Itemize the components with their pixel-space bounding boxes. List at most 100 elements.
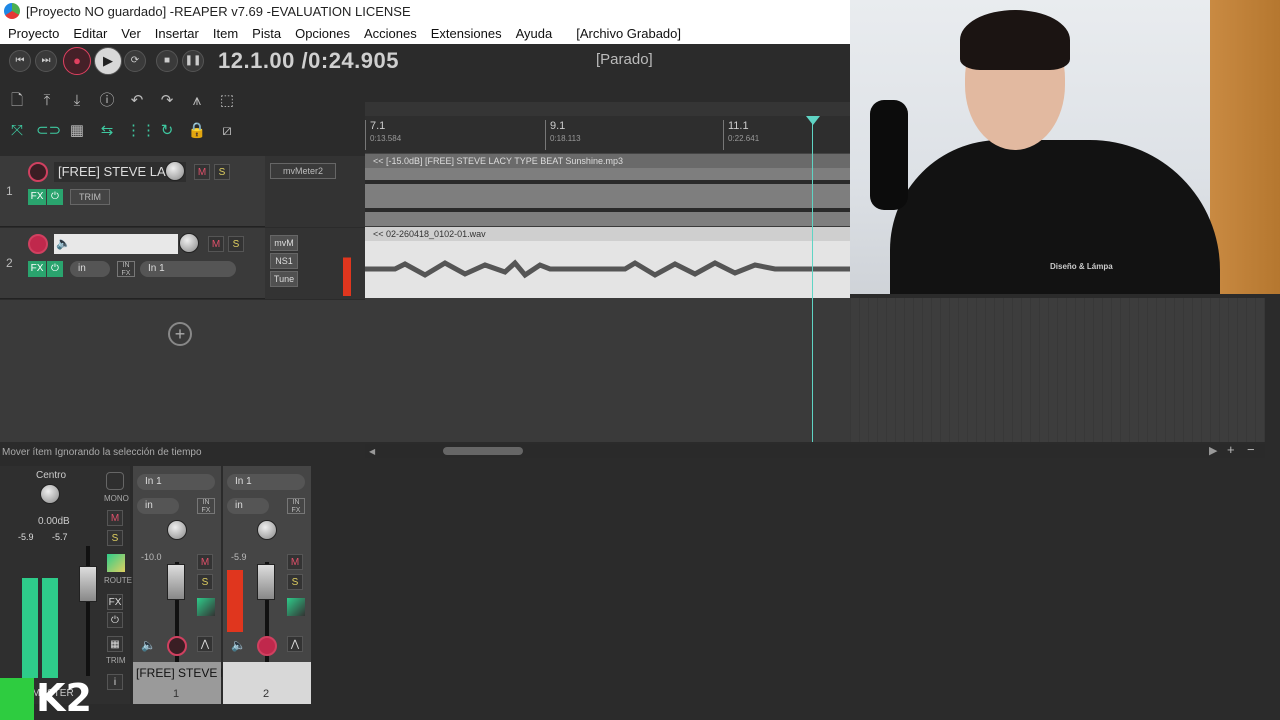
scroll-thumb[interactable] xyxy=(443,447,523,455)
zoom-in-icon[interactable]: + xyxy=(1227,442,1235,457)
solo-button[interactable]: S xyxy=(228,236,244,252)
go-to-end-button[interactable]: ⏭ xyxy=(35,50,57,72)
input-mode-dropdown[interactable]: in xyxy=(227,498,269,514)
tcp-empty-area[interactable]: + xyxy=(0,300,365,442)
input-channel-dropdown[interactable]: In 1 xyxy=(140,261,236,277)
track-fader[interactable] xyxy=(257,564,275,600)
ripple-edit-icon[interactable]: ⤧ xyxy=(6,120,28,142)
save-project-icon[interactable]: ⤓ xyxy=(66,90,88,112)
snap-icon[interactable]: ▦ xyxy=(66,120,88,142)
horizontal-scrollbar[interactable]: ◀ ▶ + − xyxy=(365,442,1265,458)
menu-recorded-file[interactable]: [Archivo Grabado] xyxy=(576,26,681,41)
solo-button[interactable]: S xyxy=(214,164,230,180)
solo-button[interactable]: S xyxy=(107,530,123,546)
env-icon[interactable]: ⋀ xyxy=(197,636,213,652)
loop-points-icon[interactable]: ↻ xyxy=(156,120,178,142)
track-fader[interactable] xyxy=(167,564,185,600)
mixer-strip-1[interactable]: In 1 in IN FX -10.0 M S 🔈 ⋀ [FREE] STEVE … xyxy=(133,466,222,704)
menu-pista[interactable]: Pista xyxy=(252,26,281,41)
mixer-strip-2[interactable]: In 1 in IN FX -5.9 M S 🔈 ⋀ 2 xyxy=(223,466,311,704)
mute-button[interactable]: M xyxy=(194,164,210,180)
repeat-button[interactable]: ⟳ xyxy=(124,50,146,72)
playhead[interactable] xyxy=(812,116,813,442)
track-panel-1[interactable]: 1 [FREE] STEVE LACY M S FX ⏻ TRIM xyxy=(0,156,265,227)
speaker-icon[interactable]: 🔈 xyxy=(231,638,246,652)
route-icon[interactable] xyxy=(287,598,305,616)
strip-name-area[interactable]: 2 xyxy=(223,662,311,704)
power-icon[interactable]: ⏻ xyxy=(47,261,63,277)
record-arm-button[interactable] xyxy=(28,234,48,254)
master-fader[interactable] xyxy=(79,566,97,602)
route-icon[interactable] xyxy=(197,598,215,616)
go-to-start-button[interactable]: ⏮ xyxy=(9,50,31,72)
menu-insertar[interactable]: Insertar xyxy=(155,26,199,41)
fx-button[interactable]: FX xyxy=(107,594,123,610)
mute-button[interactable]: M xyxy=(208,236,224,252)
menu-opciones[interactable]: Opciones xyxy=(295,26,350,41)
time-display[interactable]: 12.1.00 /0:24.905 xyxy=(218,48,399,74)
plugin-slot[interactable]: NS1 xyxy=(270,253,298,269)
stop-button[interactable]: ■ xyxy=(156,50,178,72)
input-mode-dropdown[interactable]: in xyxy=(137,498,179,514)
arrange-view[interactable]: << [-15.0dB] [FREE] STEVE LACY TYPE BEAT… xyxy=(365,154,850,442)
menu-ver[interactable]: Ver xyxy=(121,26,141,41)
playhead-marker[interactable] xyxy=(806,116,820,125)
plugin-slot[interactable]: Tune xyxy=(270,271,298,287)
timeline-ruler[interactable]: 7.1 0:13.584 9.1 0:18.113 11.1 0:22.641 xyxy=(365,116,850,154)
envelope-lock-icon[interactable]: ⋮⋮ xyxy=(126,120,156,142)
input-mode-dropdown[interactable]: in xyxy=(70,261,110,277)
route-icon[interactable] xyxy=(107,554,125,572)
lock-icon[interactable]: 🔒 xyxy=(186,120,208,142)
record-arm-button[interactable] xyxy=(28,162,48,182)
scroll-left-icon[interactable]: ◀ xyxy=(369,447,375,456)
power-icon[interactable]: ⏻ xyxy=(47,189,63,205)
track-name[interactable] xyxy=(54,234,178,254)
trim-icon[interactable]: ▦ xyxy=(107,636,123,652)
fx-button[interactable]: FX xyxy=(28,189,46,205)
fx-button[interactable]: FX xyxy=(28,261,46,277)
volume-knob[interactable] xyxy=(179,233,199,253)
strip-name-area[interactable]: [FREE] STEVE L 1 xyxy=(133,662,222,704)
solo-button[interactable]: S xyxy=(197,574,213,590)
track-panel-2[interactable]: 2 🔈 M S FX ⏻ in IN FX In 1 xyxy=(0,228,265,299)
mute-button[interactable]: M xyxy=(197,554,213,570)
speaker-icon[interactable]: 🔈 xyxy=(141,638,156,652)
scroll-right-icon[interactable]: ▶ xyxy=(1209,444,1217,457)
media-item-1[interactable]: << [-15.0dB] [FREE] STEVE LACY TYPE BEAT… xyxy=(365,154,850,226)
open-project-icon[interactable]: ⤒ xyxy=(36,90,58,112)
auto-crossfade-icon[interactable]: ⇆ xyxy=(96,120,118,142)
grid-toggle-icon[interactable]: ⬚ xyxy=(216,90,238,112)
env-icon[interactable]: ⋀ xyxy=(287,636,303,652)
master-mono-icon[interactable] xyxy=(106,472,124,490)
solo-button[interactable]: S xyxy=(287,574,303,590)
menu-extensiones[interactable]: Extensiones xyxy=(431,26,502,41)
input-fx-icon[interactable]: IN FX xyxy=(197,498,215,514)
power-icon[interactable]: ⏻ xyxy=(107,612,123,628)
record-button[interactable]: ● xyxy=(63,47,91,75)
menu-acciones[interactable]: Acciones xyxy=(364,26,417,41)
info-button[interactable]: i xyxy=(107,674,123,690)
razor-tool-icon[interactable]: ⧄ xyxy=(216,120,238,142)
menu-ayuda[interactable]: Ayuda xyxy=(516,26,553,41)
plugin-slot[interactable]: mvM xyxy=(270,235,298,251)
metronome-icon[interactable]: ⩚ xyxy=(186,90,208,112)
play-button[interactable]: ▶ xyxy=(94,47,122,75)
new-project-icon[interactable]: 🗋 xyxy=(6,90,28,112)
volume-knob[interactable] xyxy=(165,161,185,181)
pan-knob[interactable] xyxy=(40,484,60,504)
mute-button[interactable]: M xyxy=(287,554,303,570)
region-lane[interactable] xyxy=(365,102,850,116)
record-arm-button[interactable] xyxy=(257,636,277,656)
menu-proyecto[interactable]: Proyecto xyxy=(8,26,59,41)
input-fx-icon[interactable]: IN FX xyxy=(117,261,135,277)
menu-item[interactable]: Item xyxy=(213,26,238,41)
plugin-slot[interactable]: mvMeter2 xyxy=(270,163,336,179)
input-dropdown[interactable]: In 1 xyxy=(227,474,305,490)
project-settings-icon[interactable]: ⓘ xyxy=(96,90,118,112)
pause-button[interactable]: ❚❚ xyxy=(182,50,204,72)
trim-button[interactable]: TRIM xyxy=(70,189,110,205)
mute-button[interactable]: M xyxy=(107,510,123,526)
item-grouping-icon[interactable]: ⊂⊃ xyxy=(36,120,61,142)
pan-knob[interactable] xyxy=(167,520,187,540)
zoom-out-icon[interactable]: − xyxy=(1247,442,1255,457)
